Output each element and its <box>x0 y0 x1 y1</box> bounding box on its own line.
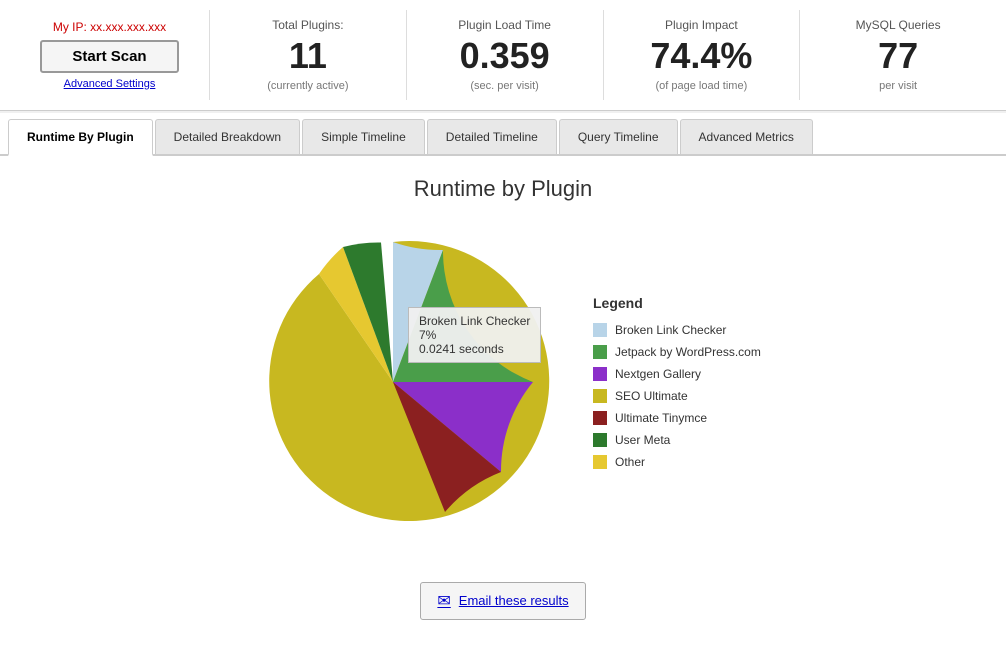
legend-color-user-meta <box>593 433 607 447</box>
legend-color-seo <box>593 389 607 403</box>
top-left-panel: My IP: xx.xxx.xxx.xxx Start Scan Advance… <box>10 10 210 100</box>
legend-item-1: Jetpack by WordPress.com <box>593 345 773 359</box>
legend-color-other <box>593 455 607 469</box>
metric-mysql-queries-label: MySQL Queries <box>856 18 941 32</box>
tab-detailed-breakdown[interactable]: Detailed Breakdown <box>155 119 300 154</box>
metric-load-time-value: 0.359 <box>460 36 550 76</box>
legend-title: Legend <box>593 295 773 311</box>
my-ip-label: My IP: xx.xxx.xxx.xxx <box>53 20 166 34</box>
legend-label-jetpack: Jetpack by WordPress.com <box>615 345 761 359</box>
metric-total-plugins-label: Total Plugins: <box>272 18 343 32</box>
legend-label-ultimate-tinymce: Ultimate Tinymce <box>615 411 707 425</box>
legend-label-other: Other <box>615 455 645 469</box>
legend-label-broken-link-checker: Broken Link Checker <box>615 323 726 337</box>
legend-color-ultimate-tinymce <box>593 411 607 425</box>
legend-item-5: User Meta <box>593 433 773 447</box>
legend-color-broken-link-checker <box>593 323 607 337</box>
email-section: ✉ Email these results <box>20 572 986 630</box>
advanced-settings-link[interactable]: Advanced Settings <box>64 78 156 90</box>
metric-mysql-queries: MySQL Queries 77 per visit <box>800 10 996 100</box>
pie-chart-container: Broken Link Checker 7% 0.0241 seconds <box>233 222 553 542</box>
top-bar: My IP: xx.xxx.xxx.xxx Start Scan Advance… <box>0 0 1006 111</box>
metric-mysql-queries-sub: per visit <box>879 80 917 92</box>
metric-total-plugins: Total Plugins: 11 (currently active) <box>210 10 407 100</box>
chart-title: Runtime by Plugin <box>20 176 986 202</box>
legend-item-6: Other <box>593 455 773 469</box>
email-results-button[interactable]: ✉ Email these results <box>420 582 585 620</box>
legend-item-3: SEO Ultimate <box>593 389 773 403</box>
tab-simple-timeline[interactable]: Simple Timeline <box>302 119 425 154</box>
tab-advanced-metrics[interactable]: Advanced Metrics <box>680 119 813 154</box>
legend-color-nextgen <box>593 367 607 381</box>
chart-area: Broken Link Checker 7% 0.0241 seconds Le… <box>20 222 986 542</box>
metric-plugin-impact-sub: (of page load time) <box>656 80 748 92</box>
metric-mysql-queries-value: 77 <box>878 36 918 76</box>
legend-color-jetpack <box>593 345 607 359</box>
metric-total-plugins-sub: (currently active) <box>267 80 348 92</box>
legend-item-2: Nextgen Gallery <box>593 367 773 381</box>
tab-detailed-timeline[interactable]: Detailed Timeline <box>427 119 557 154</box>
legend-item-4: Ultimate Tinymce <box>593 411 773 425</box>
legend-label-user-meta: User Meta <box>615 433 670 447</box>
tab-runtime-by-plugin[interactable]: Runtime By Plugin <box>8 119 153 156</box>
tabs-bar: Runtime By Plugin Detailed Breakdown Sim… <box>0 113 1006 156</box>
email-button-label: Email these results <box>459 593 569 608</box>
metric-load-time: Plugin Load Time 0.359 (sec. per visit) <box>407 10 604 100</box>
tab-query-timeline[interactable]: Query Timeline <box>559 119 678 154</box>
metric-load-time-sub: (sec. per visit) <box>470 80 538 92</box>
main-content: Runtime by Plugin <box>0 156 1006 650</box>
start-scan-button[interactable]: Start Scan <box>40 40 178 73</box>
email-icon: ✉ <box>437 591 450 611</box>
metric-plugin-impact-value: 74.4% <box>650 36 752 76</box>
legend-label-seo: SEO Ultimate <box>615 389 688 403</box>
metric-load-time-label: Plugin Load Time <box>458 18 551 32</box>
metric-total-plugins-value: 11 <box>289 36 327 76</box>
metric-plugin-impact-label: Plugin Impact <box>665 18 738 32</box>
legend-item-0: Broken Link Checker <box>593 323 773 337</box>
chart-legend: Legend Broken Link Checker Jetpack by Wo… <box>593 295 773 469</box>
metric-plugin-impact: Plugin Impact 74.4% (of page load time) <box>604 10 801 100</box>
legend-label-nextgen: Nextgen Gallery <box>615 367 701 381</box>
pie-chart-svg <box>233 222 553 542</box>
